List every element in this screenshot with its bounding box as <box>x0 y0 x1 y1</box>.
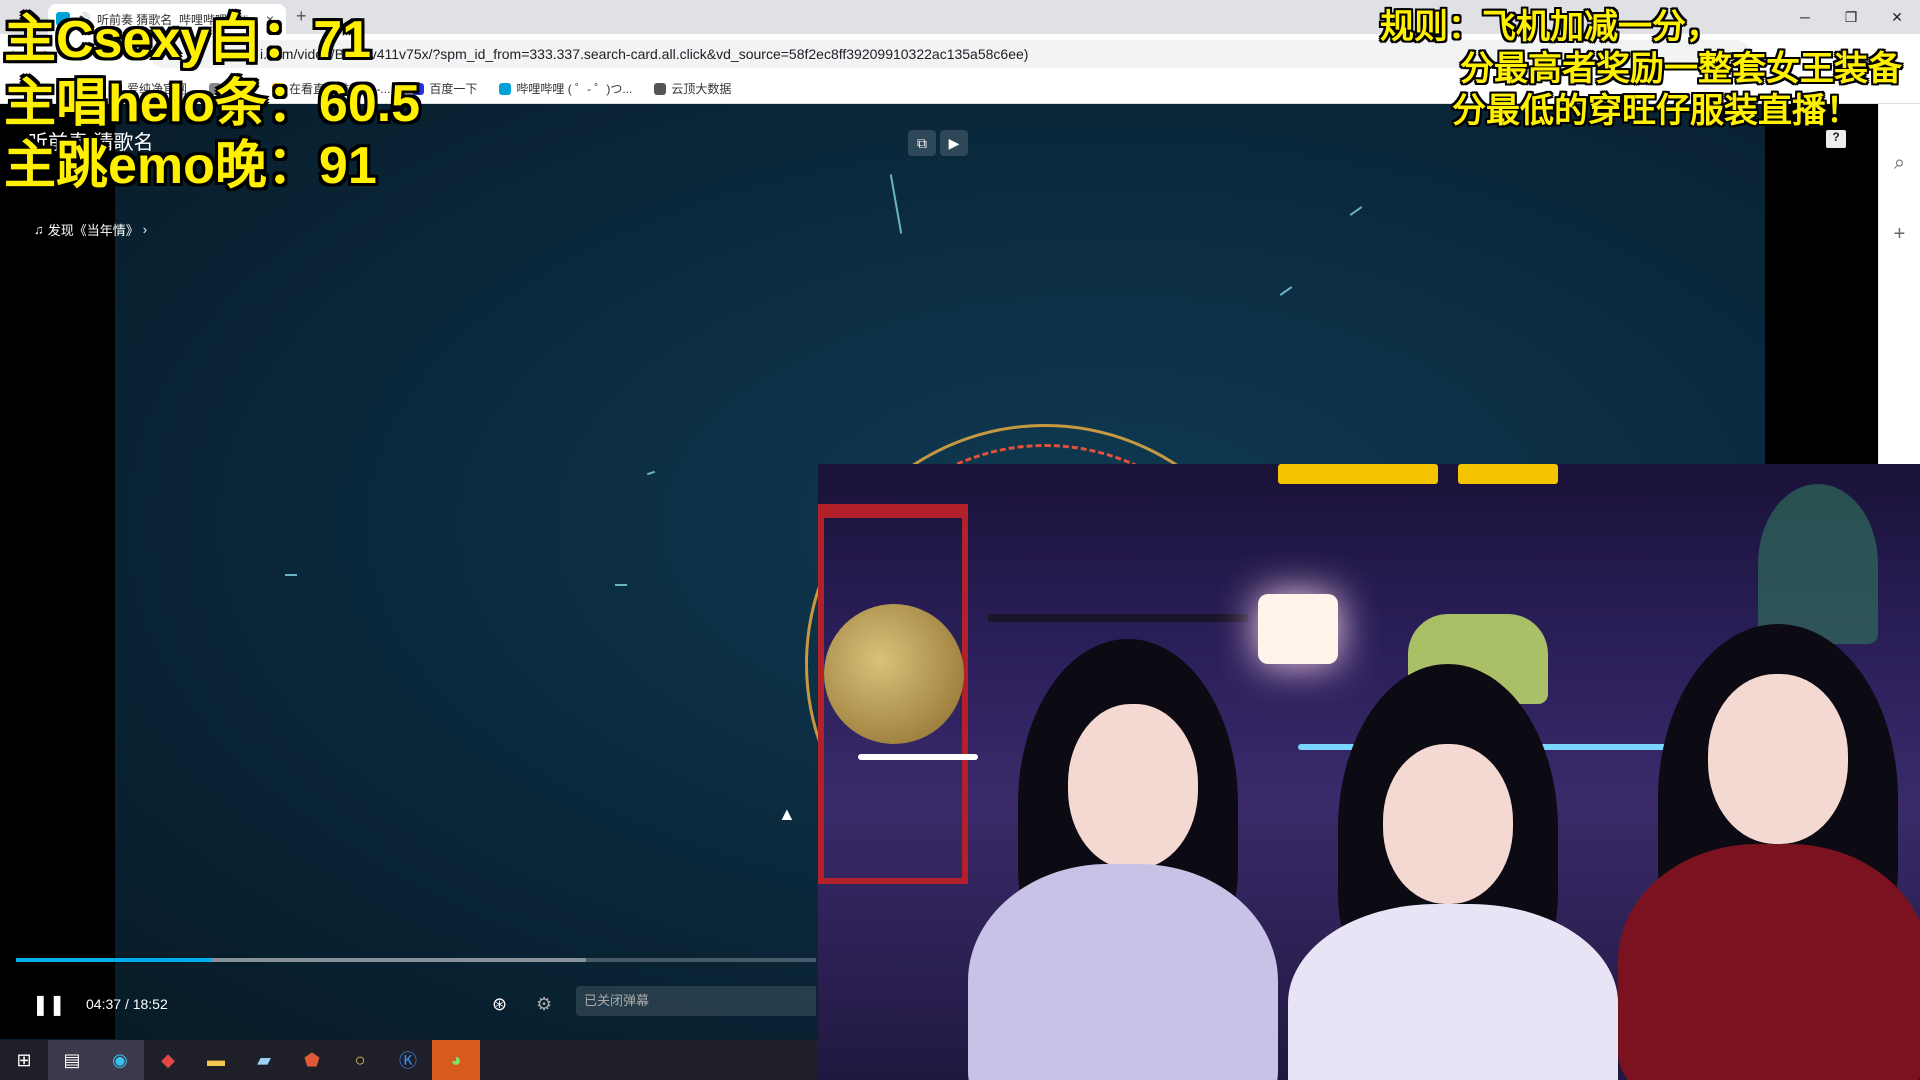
particle <box>646 470 656 476</box>
neon-panel <box>1458 464 1558 484</box>
score-line-3: 主跳emo晚：91 <box>4 137 377 195</box>
help-button[interactable]: ? <box>1826 130 1846 148</box>
rules-line-2: 分最高者奖励一整套女王装备 <box>1460 50 1902 88</box>
particle <box>285 574 297 576</box>
player-top-buttons: ⧉ ▶ <box>908 130 968 156</box>
wechat-icon[interactable]: ◕ <box>432 1040 480 1080</box>
particle <box>889 174 903 234</box>
rules-line-3: 分最低的穿旺仔服装直播！ <box>1452 92 1860 130</box>
circle-app-icon[interactable]: ○ <box>336 1040 384 1080</box>
notes-icon[interactable]: ▰ <box>240 1040 288 1080</box>
particle <box>1349 206 1363 216</box>
time-display: 04:37 / 18:52 <box>86 996 168 1012</box>
window-controls: ─ ❐ ✕ <box>1782 0 1920 34</box>
rules-line-1: 规则：飞机加减一分， <box>1380 8 1720 46</box>
person-left-body <box>968 864 1278 1080</box>
chevron-right-icon: › <box>142 222 148 237</box>
windows-icon[interactable]: ⊞ <box>0 1040 48 1080</box>
bookmark-item[interactable]: 云顶大数据 <box>654 80 731 97</box>
neon-strip <box>858 754 978 760</box>
bookmark-label: 云顶大数据 <box>671 82 732 96</box>
edge-icon[interactable]: ◉ <box>96 1040 144 1080</box>
shield-app-icon[interactable]: ⬟ <box>288 1040 336 1080</box>
neon-panel <box>1278 464 1438 484</box>
danmaku-input[interactable]: 已关闭弹幕 <box>576 986 816 1016</box>
pause-button[interactable]: ❚❚ <box>32 992 66 1017</box>
gong <box>824 604 964 744</box>
time-total: 18:52 <box>132 996 168 1012</box>
danmaku-toggle-icon[interactable]: ⊛ <box>492 994 507 1015</box>
danmaku-settings-icon[interactable]: ⚙ <box>536 994 552 1015</box>
screen: 🔊 听前奏 猜歌名_哔哩哔哩_bili × + ─ ❐ ✕ ← → ↻ i.co… <box>0 0 1920 1080</box>
time-current: 04:37 <box>86 996 122 1012</box>
christmas-tree <box>1758 484 1878 644</box>
player-controls: ❚❚ 04:37 / 18:52 ⊛ ⚙ 已关闭弹幕 <box>0 974 820 1034</box>
bookmark-label: 哔哩哔哩 ( ゜- ゜)つ... <box>516 82 633 96</box>
music-link-label: 发现《当年情》 <box>47 223 139 238</box>
folder-icon[interactable]: ▬ <box>192 1040 240 1080</box>
server-manager-icon[interactable]: ▤ <box>48 1040 96 1080</box>
shelf <box>988 614 1248 622</box>
bookmark-favicon-icon <box>654 82 667 95</box>
pip-icon[interactable]: ▶ <box>940 130 968 156</box>
bookmark-item[interactable]: 哔哩哔哩 ( ゜- ゜)つ... <box>499 80 632 97</box>
progress-bar[interactable] <box>16 958 816 962</box>
played-bar <box>16 958 212 962</box>
mini-player-icon[interactable]: ⧉ <box>908 130 936 156</box>
particle <box>615 584 627 586</box>
bookmark-item[interactable]: 百度一下 <box>412 80 477 97</box>
sidebar-add-icon[interactable]: + <box>1879 223 1920 246</box>
music-discovery-link[interactable]: ♫ 发现《当年情》 › <box>34 220 147 239</box>
time-separator: / <box>124 996 129 1012</box>
person-right-body <box>1618 844 1920 1080</box>
score-line-1: 主Csexy白：71 <box>4 11 372 69</box>
webcam-overlay <box>818 464 1920 1080</box>
person-right-face <box>1708 674 1848 844</box>
taskbar: ⊞ ▤ ◉ ◆ ▬ ▰ ⬟ ○ Ⓚ ◕ <box>0 1040 820 1080</box>
score-line-2: 主唱helo条：60.5 <box>4 75 421 133</box>
particle <box>1279 286 1293 296</box>
restore-icon[interactable]: ❐ <box>1828 0 1874 34</box>
bookmark-favicon-icon <box>499 82 512 95</box>
person-left-face <box>1068 704 1198 869</box>
sidebar-search-icon[interactable]: ⌕ <box>1879 152 1920 175</box>
music-note-icon: ♫ <box>34 222 44 237</box>
app-red-icon[interactable]: ◆ <box>144 1040 192 1080</box>
minimize-icon[interactable]: ─ <box>1782 0 1828 34</box>
k-app-icon[interactable]: Ⓚ <box>384 1040 432 1080</box>
mouse-cursor-icon: ▲ <box>778 804 796 824</box>
lamp <box>1258 594 1338 664</box>
bookmark-label: 百度一下 <box>429 82 478 96</box>
person-middle-body <box>1288 904 1618 1080</box>
close-window-icon[interactable]: ✕ <box>1874 0 1920 34</box>
person-middle-face <box>1383 744 1513 904</box>
